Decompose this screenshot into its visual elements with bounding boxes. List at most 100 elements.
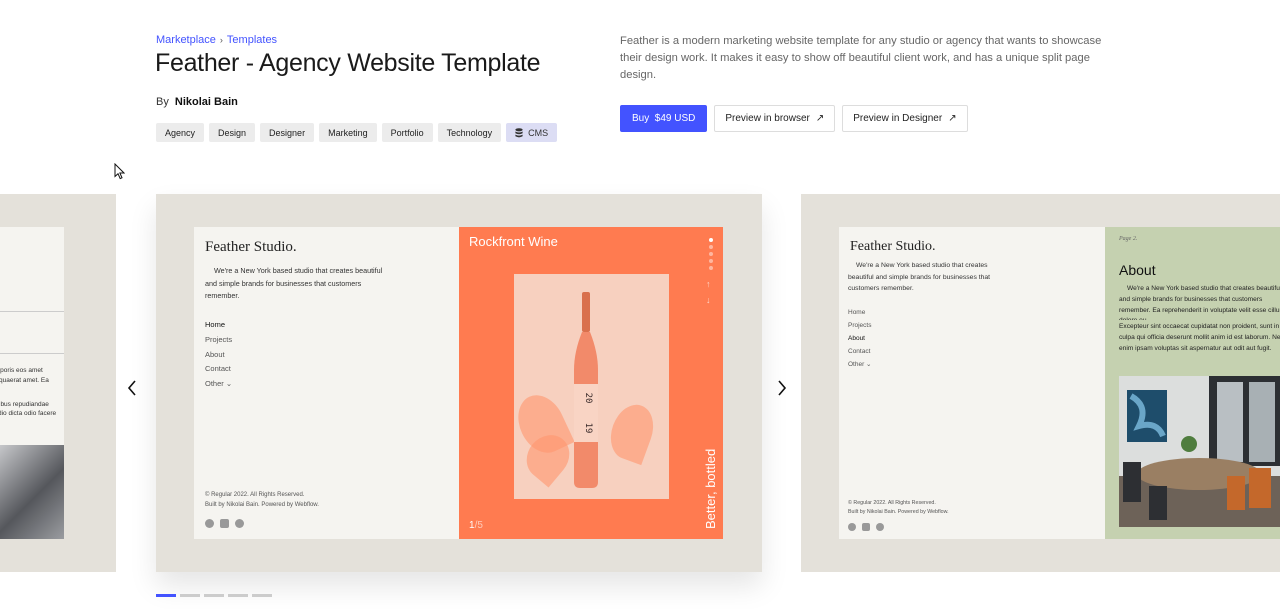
preview-brand: Feather Studio. — [850, 239, 936, 254]
preview-dot — [709, 266, 713, 270]
pagination-dot-3[interactable] — [204, 594, 224, 597]
slide-preview: Feather Studio. We're a New York based s… — [839, 227, 1280, 539]
preview-about-paragraph-text: We're a New York based studio that creat… — [1119, 285, 1280, 320]
buy-button-label: Buy $49 USD — [632, 113, 696, 124]
author-line: By Nikolai Bain — [156, 96, 238, 108]
gallery-next-button[interactable] — [777, 379, 787, 400]
tag-marketing[interactable]: Marketing — [319, 123, 377, 142]
pagination-dot-4[interactable] — [228, 594, 248, 597]
slide-preview: Feather Studio. We're a New York based s… — [194, 227, 723, 539]
chevron-left-icon — [127, 380, 136, 396]
preview-in-browser-button[interactable]: Preview in browser ↗ — [714, 105, 836, 132]
tag-list: Agency Design Designer Marketing Portfol… — [156, 123, 558, 142]
pagination-dot-5[interactable] — [252, 594, 272, 597]
preview-text: rporis eos amet — [0, 367, 43, 374]
buy-button[interactable]: Buy $49 USD — [620, 105, 708, 132]
breadcrumb-templates-link[interactable]: Templates — [227, 34, 277, 46]
preview-footer: © Regular 2022. All Rights Reserved. Bui… — [848, 499, 949, 516]
preview-nav-home: Home — [848, 309, 866, 316]
external-link-icon: ↗ — [948, 113, 957, 124]
preview-about-paragraph-text: Excepteur sint occaecat cupidatat non pr… — [1119, 323, 1280, 352]
action-buttons: Buy $49 USD Preview in browser ↗ Preview… — [620, 105, 968, 132]
twitter-icon — [848, 523, 856, 531]
facebook-icon — [876, 523, 884, 531]
preview-nav-about: About — [848, 335, 865, 342]
breadcrumb-marketplace-link[interactable]: Marketplace — [156, 34, 216, 46]
author-link[interactable]: Nikolai Bain — [175, 96, 238, 108]
preview-about-paragraph: Excepteur sint occaecat cupidatat non pr… — [1119, 322, 1280, 358]
svg-text:20: 20 — [583, 393, 593, 404]
preview-dot — [709, 252, 713, 256]
preview-nav-contact: Contact — [205, 364, 231, 374]
mouse-cursor-icon — [114, 163, 125, 180]
preview-about-heading: About — [1119, 262, 1156, 278]
gallery-slide-next[interactable]: Feather Studio. We're a New York based s… — [801, 194, 1280, 572]
instagram-icon — [220, 519, 229, 528]
pagination-dot-1[interactable] — [156, 594, 176, 597]
preview-nav-other: Other ⌄ — [848, 361, 872, 368]
breadcrumb: Marketplace › Templates — [156, 34, 277, 46]
preview-nav-home: Home — [205, 320, 226, 329]
preview-in-designer-button[interactable]: Preview in Designer ↗ — [842, 105, 968, 132]
tag-design[interactable]: Design — [209, 123, 256, 142]
divider — [0, 311, 64, 312]
preview-footer: © Regular 2022. All Rights Reserved. Bui… — [205, 490, 319, 510]
preview-nav-projects: Projects — [205, 334, 233, 344]
page: Marketplace › Templates Feather - Agency… — [0, 0, 1280, 609]
preview-office-photo — [1119, 376, 1280, 527]
slide-preview: rporis eos amet quaerat amet. Ea ibus re… — [0, 227, 64, 539]
pagination-dot-2[interactable] — [180, 594, 200, 597]
tag-technology[interactable]: Technology — [437, 123, 502, 142]
preview-slide-dots — [709, 238, 713, 270]
preview-text: dio dicta odio facere — [0, 410, 57, 417]
preview-wine-photo: 20 19 — [514, 274, 669, 499]
gallery-slide-previous[interactable]: rporis eos amet quaerat amet. Ea ibus re… — [0, 194, 116, 572]
by-label: By — [156, 96, 169, 108]
facebook-icon — [235, 519, 244, 528]
preview-counter-total: /5 — [474, 520, 483, 531]
preview-about-panel: Page 2. About We're a New York based stu… — [1105, 227, 1280, 539]
gallery-slide-current[interactable]: Feather Studio. We're a New York based s… — [156, 194, 762, 572]
preview-counter-current: 1 — [469, 520, 475, 531]
tag-cms[interactable]: CMS — [506, 123, 558, 142]
tag-designer[interactable]: Designer — [260, 123, 315, 142]
chevron-right-icon — [778, 380, 787, 396]
instagram-icon — [862, 523, 870, 531]
breadcrumb-separator: › — [219, 35, 223, 45]
preview-project-tagline: Better, bottled — [703, 448, 718, 529]
preview-project-panel: Rockfront Wine ↑ ↓ 20 19 Better, bottled… — [459, 227, 723, 539]
arrow-down-icon: ↓ — [706, 295, 711, 305]
flower-shape — [603, 398, 661, 466]
office-image — [1119, 376, 1280, 527]
preview-project-name: Rockfront Wine — [469, 234, 558, 249]
preview-dot — [709, 259, 713, 263]
preview-counter: 1/5 — [469, 520, 483, 531]
preview-footer-copyright: © Regular 2022. All Rights Reserved. — [205, 492, 305, 498]
wine-bottle-icon: 20 19 — [574, 292, 598, 488]
gallery-previous-button[interactable] — [127, 379, 137, 400]
svg-text:19: 19 — [583, 423, 593, 434]
arrow-up-icon: ↑ — [706, 279, 711, 289]
external-link-icon: ↗ — [815, 113, 825, 124]
preview-nav: Home Projects About Contact Other ⌄ — [205, 318, 232, 392]
preview-nav: Home Projects About Contact Other ⌄ — [848, 306, 872, 371]
product-description: Feather is a modern marketing website te… — [620, 35, 1102, 81]
preview-about-paragraph: We're a New York based studio that creat… — [1119, 284, 1280, 320]
tag-portfolio[interactable]: Portfolio — [381, 123, 433, 142]
preview-nav-about: About — [205, 349, 225, 359]
preview-text: quaerat amet. Ea — [0, 377, 49, 384]
preview-footer-copyright: © Regular 2022. All Rights Reserved. — [848, 500, 936, 506]
preview-nav-other: Other ⌄ — [205, 379, 233, 389]
preview-in-browser-label: Preview in browser — [725, 113, 810, 124]
preview-image — [0, 445, 64, 539]
preview-in-designer-label: Preview in Designer — [853, 113, 943, 124]
preview-intro: We're a New York based studio that creat… — [848, 262, 991, 292]
preview-footer-credit: Built by Nikolai Bain. Powered by Webflo… — [205, 502, 319, 508]
preview-footer-credit: Built by Nikolai Bain. Powered by Webflo… — [848, 508, 949, 515]
gallery-pagination — [156, 594, 272, 597]
preview-intro: We're a New York based studio that creat… — [205, 266, 383, 300]
twitter-icon — [205, 519, 214, 528]
tag-agency[interactable]: Agency — [156, 123, 205, 142]
preview-nav-contact: Contact — [848, 348, 871, 355]
page-title: Feather - Agency Website Template — [155, 49, 541, 77]
